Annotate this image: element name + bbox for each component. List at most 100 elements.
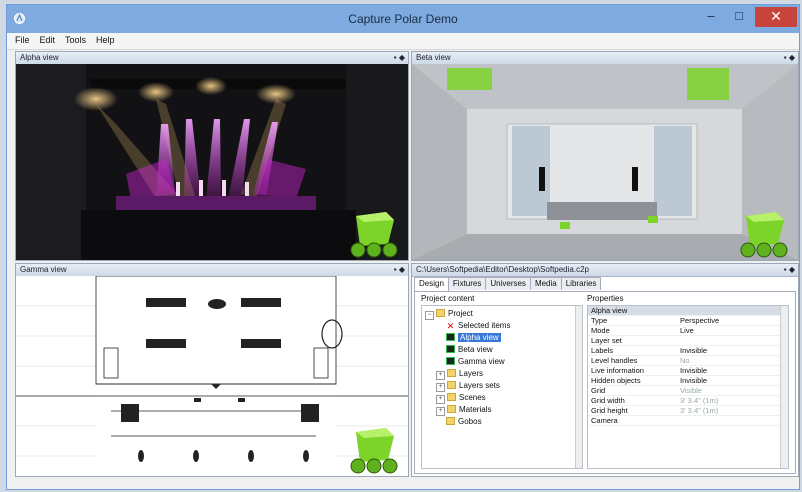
property-name: Level handles [591,356,638,365]
tree-item[interactable]: Gobos [446,416,482,427]
property-row[interactable]: Type Perspective [588,316,780,326]
property-value[interactable]: Perspective [680,316,719,325]
tab-universes[interactable]: Universes [485,277,531,290]
property-name: Layer set [591,336,622,345]
tree-item-label: Layers [459,369,484,378]
property-value[interactable]: Invisible [680,366,707,375]
view-icon [446,345,455,353]
tree-item[interactable]: ✕ Selected items [446,320,511,331]
property-name: Type [591,316,608,325]
maximize-button[interactable]: □ [725,7,753,27]
property-row[interactable]: Level handles No [588,356,780,366]
property-row[interactable]: Grid Visible [588,386,780,396]
property-row[interactable]: Live information Invisible [588,366,780,376]
property-name: Grid height [591,406,628,415]
expand-toggle-icon[interactable]: + [436,395,445,404]
alpha-viewport[interactable] [16,64,408,260]
expand-toggle-icon[interactable]: − [425,311,434,320]
beta-view-pane: Beta view ▪ ◆ [411,51,799,261]
gamma-view-pane: Gamma view ▪ ◆ [15,263,409,477]
properties-scrollbar[interactable] [780,306,788,468]
menu-file[interactable]: File [10,33,35,45]
property-value[interactable]: Invisible [680,346,707,355]
tree-item-label: Scenes [459,393,486,402]
property-row[interactable]: Grid width 3' 3.4" (1m) [588,396,780,406]
menu-tools[interactable]: Tools [60,33,91,45]
property-value[interactable]: Visible [680,386,702,395]
property-value[interactable]: 3' 3.4" (1m) [680,396,718,405]
property-name: Grid [591,386,606,395]
project-file-path: C:\Users\Softpedia\Editor\Desktop\Softpe… [416,265,589,274]
properties-section-header: Alpha view [588,306,780,316]
property-name: Hidden objects [591,376,641,385]
tab-design[interactable]: Design [414,277,449,291]
property-name: Alpha view [591,306,628,315]
property-name: Mode [591,326,610,335]
expand-toggle-icon[interactable]: + [436,383,445,392]
window-title: Capture Polar Demo [348,12,458,26]
tree-item[interactable]: Alpha view [446,332,501,343]
selection-icon: ✕ [446,321,455,331]
pin-icon[interactable]: ▪ ◆ [784,52,795,64]
tree-item[interactable]: Beta view [446,344,493,355]
alpha-view-pane: Alpha view ▪ ◆ [15,51,409,261]
navigation-cube-icon[interactable] [738,208,792,258]
pin-icon[interactable]: ▪ ◆ [784,264,795,276]
navigation-cube-icon[interactable] [348,424,402,474]
property-name: Grid width [591,396,625,405]
property-row[interactable]: Layer set [588,336,780,346]
tree-item[interactable]: Gamma view [446,356,505,367]
project-pane-header: C:\Users\Softpedia\Editor\Desktop\Softpe… [412,264,798,277]
expand-toggle-icon[interactable]: + [436,407,445,416]
tree-scrollbar[interactable] [575,306,582,468]
navigation-cube-icon[interactable] [348,208,402,258]
view-icon [446,333,455,341]
tree-item[interactable]: + Layers [436,368,484,380]
tree-item-label: Alpha view [458,333,501,342]
property-value[interactable]: Invisible [680,376,707,385]
gamma-view-title: Gamma view [20,265,67,274]
property-value[interactable]: No [680,356,690,365]
view-icon [446,357,455,365]
menu-help[interactable]: Help [91,33,120,45]
expand-toggle-icon[interactable]: + [436,371,445,380]
gamma-viewport[interactable] [16,275,408,476]
app-window: Capture Polar Demo – □ ✕ File Edit Tools He… [6,4,800,490]
menu-edit[interactable]: Edit [35,33,61,45]
pin-icon[interactable]: ▪ ◆ [394,264,405,276]
folder-icon [447,369,456,377]
tree-item[interactable]: − Project [425,308,473,320]
close-button[interactable]: ✕ [755,7,797,27]
property-value[interactable]: Live [680,326,694,335]
project-pane: C:\Users\Softpedia\Editor\Desktop\Softpe… [411,263,799,477]
property-row[interactable]: Grid height 3' 3.4" (1m) [588,406,780,416]
minimize-button[interactable]: – [697,7,725,27]
tree-item-label: Gamma view [458,357,505,366]
tree-item-label: Project [448,309,473,318]
property-row[interactable]: Camera [588,416,780,426]
folder-icon [447,381,456,389]
tab-fixtures[interactable]: Fixtures [447,277,487,290]
property-row[interactable]: Hidden objects Invisible [588,376,780,386]
tree-item[interactable]: + Layers sets [436,380,500,392]
tree-item-label: Materials [459,405,492,414]
project-tree: − Project ✕ Selected items Alpha view Beta vi… [421,305,583,469]
property-name: Camera [591,416,618,425]
design-tab-panel: Project content Properties − Project ✕ Sele… [414,291,796,474]
tree-item-label: Selected items [458,321,511,330]
folder-icon [447,405,456,413]
beta-viewport[interactable] [412,64,798,260]
folder-icon [447,393,456,401]
properties-label: Properties [587,294,624,303]
tree-item[interactable]: + Materials [436,404,492,416]
beta-view-title: Beta view [416,53,451,62]
title-bar[interactable]: Capture Polar Demo – □ ✕ [7,5,799,33]
folder-icon [436,309,445,317]
property-row[interactable]: Mode Live [588,326,780,336]
tab-libraries[interactable]: Libraries [560,277,602,290]
tree-item[interactable]: + Scenes [436,392,486,404]
property-value[interactable]: 3' 3.4" (1m) [680,406,718,415]
property-row[interactable]: Labels Invisible [588,346,780,356]
tab-media[interactable]: Media [529,277,562,290]
pin-icon[interactable]: ▪ ◆ [394,52,405,64]
